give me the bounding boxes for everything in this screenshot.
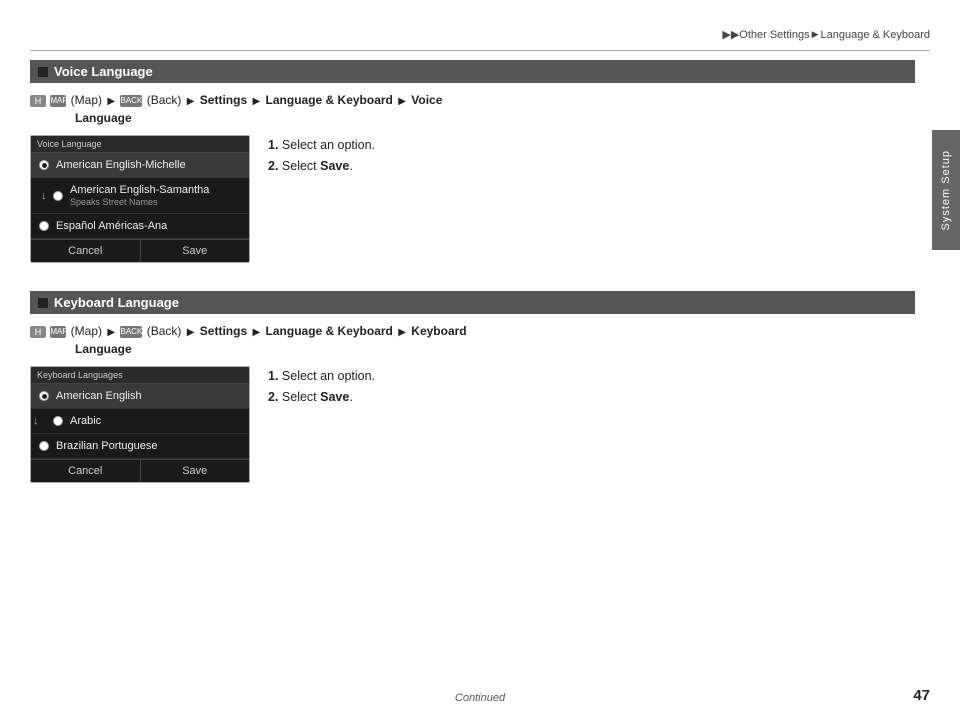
voice-language-panel-footer: Cancel Save — [31, 239, 249, 262]
radio-dot-0 — [39, 160, 49, 170]
keyboard-instruction-1: 1. Select an option. — [268, 366, 915, 387]
breadcrumb-arrow: ▶ — [812, 29, 819, 40]
keyboard-language-panel-footer: Cancel Save — [31, 459, 249, 482]
voice-cancel-button[interactable]: Cancel — [31, 240, 141, 262]
keyboard-lang-item-0[interactable]: American English — [31, 384, 249, 409]
top-divider — [30, 50, 930, 51]
keyboard-lang-label-0: American English — [56, 390, 142, 402]
home-icon-2: H — [30, 326, 46, 338]
keyboard-language-header: Keyboard Language — [30, 291, 915, 314]
voice-instruction-2: 2. Select Save. — [268, 156, 915, 177]
keyboard-lang-item-1[interactable]: ↓ Arabic — [31, 409, 249, 434]
radio-dot-1 — [53, 191, 63, 201]
keyboard-radio-dot-0 — [39, 391, 49, 401]
voice-lang-item-1[interactable]: ↓ American English-Samantha Speaks Stree… — [31, 178, 249, 214]
keyboard-cancel-button[interactable]: Cancel — [31, 460, 141, 482]
keyboard-radio-dot-1 — [53, 416, 63, 426]
continued-label: Continued — [455, 692, 505, 704]
voice-language-section: Voice Language H MAP (Map) ▶ BACK (Back)… — [30, 60, 915, 263]
back-icon-2: BACK — [120, 326, 142, 338]
voice-language-title: Voice Language — [54, 64, 153, 79]
section-square-icon-2 — [38, 298, 48, 308]
side-tab: System Setup — [932, 130, 960, 250]
keyboard-radio-dot-2 — [39, 441, 49, 451]
voice-lang-label-0: American English-Michelle — [56, 159, 186, 171]
keyboard-lang-item-2[interactable]: Brazilian Portuguese — [31, 434, 249, 459]
voice-save-button[interactable]: Save — [141, 240, 250, 262]
breadcrumb-other-settings: ▶▶Other Settings — [722, 28, 809, 41]
main-content: Voice Language H MAP (Map) ▶ BACK (Back)… — [30, 60, 915, 682]
keyboard-language-section: Keyboard Language H MAP (Map) ▶ BACK (Ba… — [30, 291, 915, 483]
voice-lang-item-2[interactable]: Español Américas-Ana — [31, 214, 249, 239]
breadcrumb: ▶▶Other Settings ▶ Language & Keyboard — [722, 28, 930, 41]
keyboard-language-list: American English ↓ Arabic Brazilian Port… — [31, 384, 249, 459]
keyboard-language-title: Keyboard Language — [54, 295, 179, 310]
voice-language-header: Voice Language — [30, 60, 915, 83]
section-square-icon — [38, 67, 48, 77]
voice-language-panel-title: Voice Language — [31, 136, 249, 153]
keyboard-instruction-2: 2. Select Save. — [268, 387, 915, 408]
breadcrumb-language-keyboard: Language & Keyboard — [821, 29, 930, 41]
voice-language-instructions: 1. Select an option. 2. Select Save. — [268, 135, 915, 178]
scroll-down-icon-2: ↓ — [33, 415, 39, 427]
keyboard-language-panel-title: Keyboard Languages — [31, 367, 249, 384]
keyboard-lang-label-2: Brazilian Portuguese — [56, 440, 158, 452]
voice-lang-label-1: American English-Samantha Speaks Street … — [70, 184, 209, 207]
keyboard-language-nav: H MAP (Map) ▶ BACK (Back) ▶ Settings ▶ L… — [30, 322, 915, 358]
voice-lang-item-0[interactable]: American English-Michelle — [31, 153, 249, 178]
voice-language-body: Voice Language American English-Michelle… — [30, 135, 915, 263]
home-icon: H — [30, 95, 46, 107]
voice-language-list: American English-Michelle ↓ American Eng… — [31, 153, 249, 239]
voice-lang-label-2: Español Américas-Ana — [56, 220, 167, 232]
map-icon-2: MAP — [50, 326, 66, 338]
voice-lang-sub-1: Speaks Street Names — [70, 197, 209, 207]
side-tab-label: System Setup — [940, 150, 952, 230]
keyboard-save-button[interactable]: Save — [141, 460, 250, 482]
page-number: 47 — [913, 687, 930, 704]
keyboard-lang-label-1: Arabic — [70, 415, 101, 427]
voice-instruction-1: 1. Select an option. — [268, 135, 915, 156]
keyboard-language-instructions: 1. Select an option. 2. Select Save. — [268, 366, 915, 409]
voice-language-panel: Voice Language American English-Michelle… — [30, 135, 250, 263]
back-icon: BACK — [120, 95, 142, 107]
keyboard-language-body: Keyboard Languages American English ↓ Ar… — [30, 366, 915, 483]
map-icon: MAP — [50, 95, 66, 107]
keyboard-language-panel: Keyboard Languages American English ↓ Ar… — [30, 366, 250, 483]
voice-language-nav: H MAP (Map) ▶ BACK (Back) ▶ Settings ▶ L… — [30, 91, 915, 127]
scroll-down-icon: ↓ — [33, 188, 55, 204]
radio-dot-2 — [39, 221, 49, 231]
